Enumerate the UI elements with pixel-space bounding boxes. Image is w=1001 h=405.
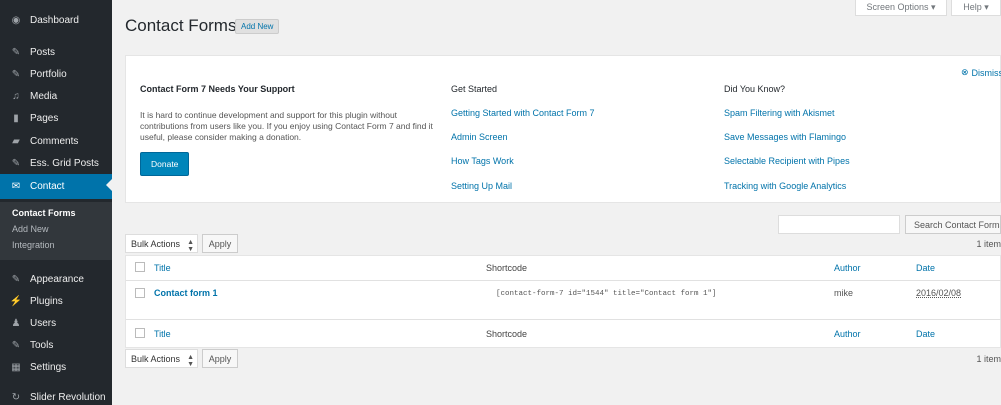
column-header-shortcode: Shortcode [486, 263, 528, 273]
menu-item-ess-grid-posts[interactable]: ✎ Ess. Grid Posts [0, 152, 112, 174]
menu-label: Users [30, 317, 57, 329]
search-button[interactable]: Search Contact Forms [905, 215, 1001, 234]
submenu-item-add-new[interactable]: Add New [12, 224, 49, 234]
chevron-down-icon: ▲ ▼ [187, 354, 194, 368]
menu-label: Comments [30, 135, 79, 147]
menu-item-appearance[interactable]: ✎ Appearance [0, 268, 112, 290]
setting-up-mail-link[interactable]: Setting Up Mail [451, 181, 512, 191]
menu-item-dashboard[interactable]: ◉ Dashboard [0, 9, 112, 31]
select-all-checkbox[interactable] [135, 262, 145, 272]
column-footer-title[interactable]: Title [154, 329, 171, 339]
did-you-know-heading: Did You Know? [724, 84, 786, 94]
menu-label: Appearance [30, 273, 84, 285]
menu-label: Portfolio [30, 68, 67, 80]
how-tags-work-link[interactable]: How Tags Work [451, 156, 514, 166]
contact-forms-table: Title Shortcode Author Date Contact form… [125, 255, 1001, 348]
donate-button[interactable]: Donate [140, 152, 190, 176]
comments-icon: ▰ [12, 135, 20, 147]
menu-item-contact[interactable]: ✉ Contact [0, 174, 112, 199]
screen-options-tab[interactable]: Screen Options ▾ [855, 0, 947, 16]
spam-filtering-link[interactable]: Spam Filtering with Akismet [724, 108, 835, 118]
column-footer-shortcode: Shortcode [486, 329, 528, 339]
column-footer-date[interactable]: Date [916, 329, 935, 339]
bulk-actions-label: Bulk Actions [131, 238, 181, 249]
menu-label: Media [30, 90, 58, 102]
menu-label: Plugins [30, 295, 63, 307]
users-icon: ♟ [11, 317, 21, 329]
column-header-title[interactable]: Title [154, 263, 171, 273]
menu-label: Dashboard [30, 14, 79, 26]
form-title-link[interactable]: Contact form 1 [154, 288, 218, 298]
menu-label: Posts [30, 46, 56, 58]
menu-item-pages[interactable]: ▮ Pages [0, 107, 112, 129]
search-input[interactable] [778, 215, 900, 234]
pin-icon: ✎ [11, 157, 21, 169]
items-count: 1 item [976, 239, 1001, 249]
pin-icon: ✎ [11, 46, 21, 58]
dismiss-link[interactable]: ⊗ Dismiss [961, 67, 1001, 78]
bulk-actions-label: Bulk Actions [131, 353, 181, 364]
refresh-icon: ↻ [11, 391, 21, 403]
column-footer-author[interactable]: Author [834, 329, 861, 339]
submenu-item-contact-forms[interactable]: Contact Forms [12, 208, 76, 218]
table-footer-row: Title Shortcode Author Date [126, 320, 1001, 348]
apply-button[interactable]: Apply [202, 234, 238, 253]
plugin-icon: ⚡ [9, 295, 23, 307]
analytics-link[interactable]: Tracking with Google Analytics [724, 181, 846, 191]
dashboard-icon: ◉ [11, 14, 21, 26]
menu-item-users[interactable]: ♟ Users [0, 312, 112, 334]
media-icon: ♫ [12, 90, 20, 102]
contact-submenu: Contact Forms Add New Integration [0, 202, 112, 260]
author-value: mike [834, 288, 854, 298]
dismiss-icon: ⊗ [961, 67, 969, 77]
menu-label: Ess. Grid Posts [30, 157, 99, 169]
welcome-panel: ⊗ Dismiss Contact Form 7 Needs Your Supp… [125, 55, 1001, 203]
support-heading: Contact Form 7 Needs Your Support [140, 84, 295, 94]
date-value: 2016/02/08 [916, 288, 962, 298]
apply-button-bottom[interactable]: Apply [202, 349, 238, 368]
table-header-row: Title Shortcode Author Date [126, 256, 1001, 280]
menu-item-media[interactable]: ♫ Media [0, 85, 112, 107]
bulk-actions-select[interactable]: Bulk Actions ▲ ▼ [125, 234, 198, 253]
menu-label: Contact [30, 181, 65, 192]
menu-item-slider-revolution[interactable]: ↻ Slider Revolution [0, 386, 112, 405]
menu-label: Settings [30, 361, 67, 373]
admin-sidebar: ◉ Dashboard ✎ Posts ✎ Portfolio ♫ Media … [0, 0, 112, 405]
menu-label: Tools [30, 339, 54, 351]
admin-screen-link[interactable]: Admin Screen [451, 132, 508, 142]
row-checkbox[interactable] [135, 288, 145, 298]
flamingo-link[interactable]: Save Messages with Flamingo [724, 132, 846, 142]
get-started-link[interactable]: Getting Started with Contact Form 7 [451, 108, 595, 118]
mail-icon: ✉ [11, 181, 21, 192]
pipes-link[interactable]: Selectable Recipient with Pipes [724, 156, 850, 166]
items-count-bottom: 1 item [976, 354, 1001, 364]
menu-label: Pages [30, 112, 59, 124]
bulk-actions-select-bottom[interactable]: Bulk Actions ▲ ▼ [125, 349, 198, 368]
menu-item-portfolio[interactable]: ✎ Portfolio [0, 63, 112, 85]
pin-icon: ✎ [11, 68, 21, 80]
chevron-down-icon: ▲ ▼ [187, 239, 194, 253]
shortcode-text[interactable]: [contact-form-7 id="1544" title="Contact… [496, 290, 717, 298]
page-title: Contact Forms [125, 16, 237, 35]
wrench-icon: ✎ [11, 339, 21, 351]
select-all-checkbox-footer[interactable] [135, 328, 145, 338]
column-header-author[interactable]: Author [834, 263, 861, 273]
pages-icon: ▮ [13, 112, 19, 124]
menu-item-plugins[interactable]: ⚡ Plugins [0, 290, 112, 312]
support-text: It is hard to continue development and s… [140, 110, 433, 142]
column-header-date[interactable]: Date [916, 263, 935, 273]
help-tab[interactable]: Help ▾ [951, 0, 1001, 16]
submenu-item-integration[interactable]: Integration [12, 240, 55, 250]
menu-item-comments[interactable]: ▰ Comments [0, 130, 112, 152]
settings-icon: ▦ [11, 361, 21, 373]
menu-item-posts[interactable]: ✎ Posts [0, 41, 112, 63]
dismiss-label: Dismiss [971, 67, 1001, 78]
menu-item-tools[interactable]: ✎ Tools [0, 334, 112, 356]
menu-label: Slider Revolution [30, 391, 106, 403]
get-started-heading: Get Started [451, 84, 498, 94]
menu-item-settings[interactable]: ▦ Settings [0, 356, 112, 378]
table-row: Contact form 1 [contact-form-7 id="1544"… [126, 281, 1001, 319]
brush-icon: ✎ [11, 273, 21, 285]
add-new-button[interactable]: Add New [235, 19, 280, 34]
